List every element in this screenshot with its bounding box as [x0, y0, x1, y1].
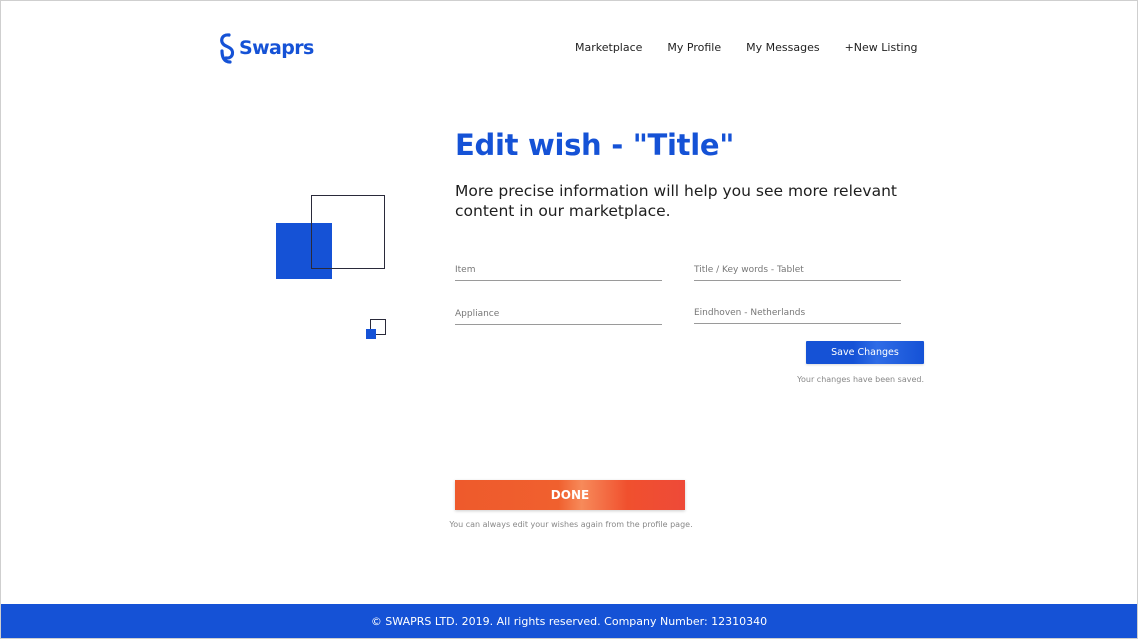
- item-input[interactable]: Item: [455, 263, 662, 281]
- done-note: You can always edit your wishes again fr…: [449, 520, 693, 529]
- nav-my-messages[interactable]: My Messages: [746, 41, 819, 54]
- title-keywords-input[interactable]: Title / Key words - Tablet: [694, 263, 901, 281]
- saved-status-message: Your changes have been saved.: [797, 375, 924, 384]
- nav-new-listing[interactable]: +New Listing: [845, 41, 918, 54]
- brand-logo[interactable]: Swaprs: [215, 31, 314, 65]
- page-title: Edit wish - "Title": [455, 128, 735, 162]
- main-nav: Marketplace My Profile My Messages +New …: [575, 41, 918, 54]
- category-input[interactable]: Appliance: [455, 307, 662, 325]
- nav-my-profile[interactable]: My Profile: [667, 41, 721, 54]
- decorative-outline-square: [311, 195, 385, 269]
- nav-marketplace[interactable]: Marketplace: [575, 41, 642, 54]
- done-button[interactable]: DONE: [455, 480, 685, 510]
- brand-name: Swaprs: [239, 37, 314, 59]
- footer: © SWAPRS LTD. 2019. All rights reserved.…: [1, 604, 1137, 638]
- page-subtitle: More precise information will help you s…: [455, 182, 898, 220]
- footer-copyright: © SWAPRS LTD. 2019. All rights reserved.…: [370, 614, 768, 628]
- decorative-small-blue-square: [366, 329, 376, 339]
- location-input[interactable]: Eindhoven - Netherlands: [694, 306, 901, 324]
- swaprs-logo-icon: [220, 33, 235, 64]
- save-changes-button[interactable]: Save Changes: [806, 341, 924, 364]
